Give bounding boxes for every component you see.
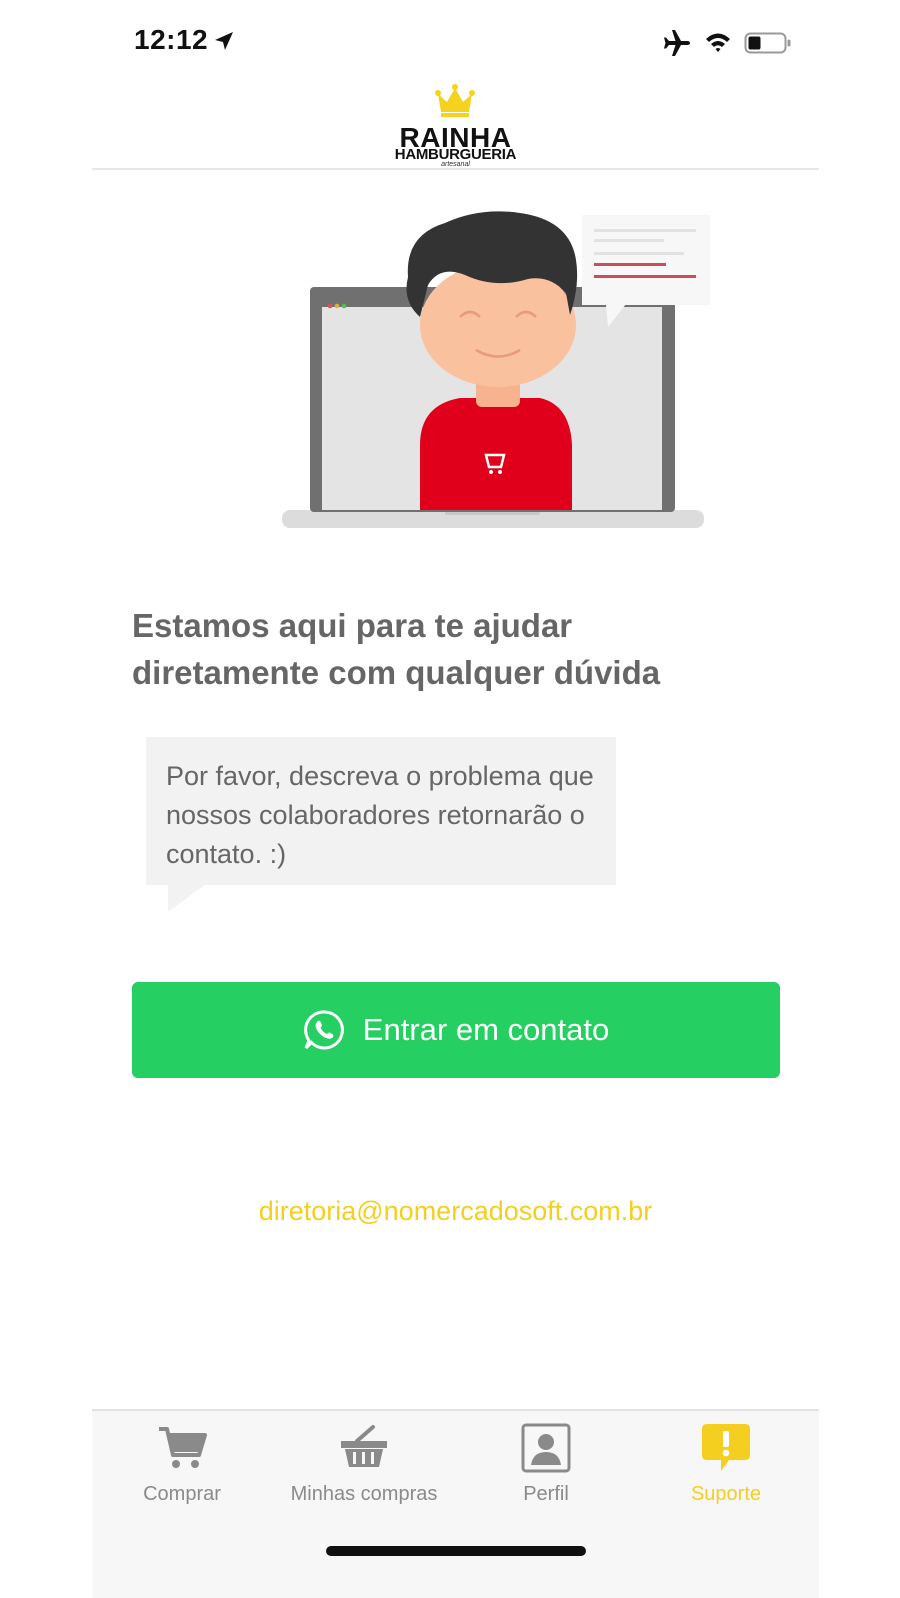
tab-label-suporte: Suporte (690, 1483, 762, 1505)
support-headline: Estamos aqui para te ajudar diretamente … (132, 607, 661, 691)
status-time: 12:12 (134, 24, 209, 55)
tab-perfil[interactable]: Perfil (456, 1421, 636, 1521)
status-bar: 12:12 (92, 0, 819, 82)
logo-tagline: artesanal (441, 161, 470, 168)
bubble-tail (168, 884, 206, 912)
tab-label-perfil: Perfil (523, 1483, 569, 1505)
support-alert-icon (702, 1424, 750, 1471)
bottom-tab-bar: Comprar Minhas compras Perfil Suporte (92, 1409, 819, 1598)
basket-icon (341, 1425, 387, 1467)
airplane-icon (664, 30, 690, 56)
instruction-bubble: Por favor, descreva o problema que nosso… (146, 737, 616, 885)
crown-icon (435, 84, 475, 117)
support-screen: 12:12 RAINHA HAMBURGUERIA artesanal Esta… (92, 0, 819, 1598)
tab-label-comprar: Comprar (143, 1483, 221, 1505)
support-email-link[interactable]: diretoria@nomercadosoft.com.br (92, 1196, 819, 1227)
tab-suporte[interactable]: Suporte (636, 1421, 816, 1521)
tab-comprar[interactable]: Comprar (92, 1421, 272, 1521)
wifi-icon (706, 33, 730, 52)
cart-icon (159, 1427, 207, 1468)
support-agent-illustration (282, 211, 710, 528)
contact-button-label: Entrar em contato (362, 1012, 610, 1047)
profile-icon (521, 1423, 571, 1473)
tab-label-minhas-compras: Minhas compras (290, 1483, 438, 1505)
contact-whatsapp-button[interactable]: Entrar em contato (132, 982, 780, 1078)
battery-icon (744, 32, 791, 54)
tab-minhas-compras[interactable]: Minhas compras (274, 1421, 454, 1521)
location-arrow-icon (215, 32, 233, 50)
app-header: RAINHA HAMBURGUERIA artesanal (92, 82, 819, 170)
instruction-text: Por favor, descreva o problema que nosso… (166, 761, 594, 869)
home-indicator[interactable] (326, 1546, 586, 1556)
whatsapp-icon (303, 1010, 344, 1050)
